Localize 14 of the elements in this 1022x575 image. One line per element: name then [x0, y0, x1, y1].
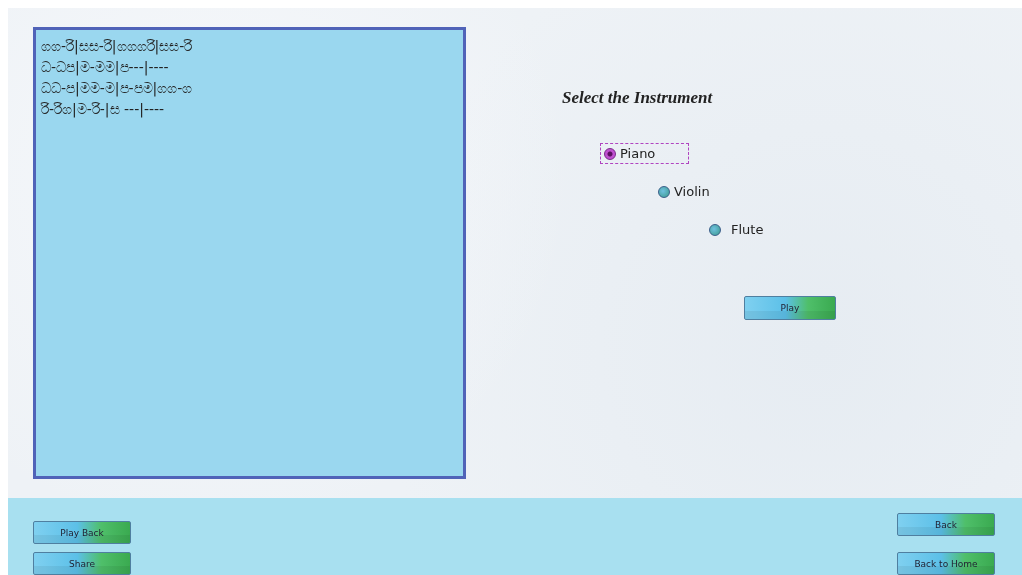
notation-line: රි-රිග|ම-රි-|ස ---|---- — [41, 100, 165, 120]
instrument-radio[interactable]: Piano — [600, 143, 689, 164]
instrument-radio[interactable]: Flute — [705, 219, 771, 240]
panel-title: Select the Instrument — [562, 88, 713, 108]
share-button[interactable]: Share — [33, 552, 131, 575]
notation-line: ධ-ධප|ම-මම|ප---|---- — [41, 58, 169, 78]
notation-line: ධධ-ප|මම-ම|ප-පම|ගග-ග — [41, 79, 193, 99]
home-button[interactable]: Back to Home — [897, 552, 995, 575]
back-button[interactable]: Back — [897, 513, 995, 536]
notation-text-area[interactable]: ගග-රි|සස-රි|ගගගරි|සස-රි ධ-ධප|ම-මම|ප---|---- ධධ-ප|මම-ම|ප-පම|ගග-ග රි-රිග|ම-රි-|ස ---|---- — [33, 27, 466, 479]
play-button[interactable]: Play — [744, 296, 836, 320]
instrument-radio[interactable]: Violin — [654, 181, 717, 202]
play-back-button[interactable]: Play Back — [33, 521, 131, 544]
notation-line: ගග-රි|සස-රි|ගගගරි|සස-රි — [41, 37, 193, 57]
